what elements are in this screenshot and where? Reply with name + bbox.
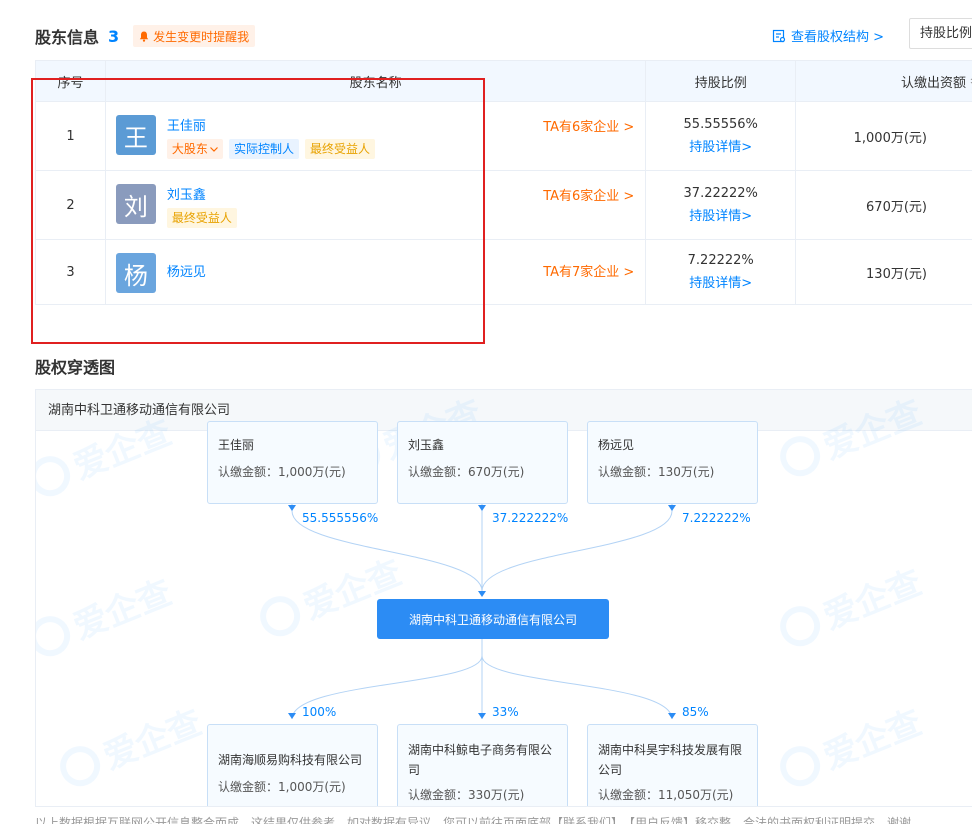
node-name: 刘玉鑫	[408, 438, 445, 452]
related-companies-link[interactable]: TA有6家企业 >	[543, 185, 634, 204]
shareholder-node[interactable]: 杨远见 认缴金额：130万(元)	[587, 421, 758, 504]
node-amount: 认缴金额：670万(元)	[408, 465, 525, 479]
subscribed-amount: 670万(元)	[796, 171, 972, 239]
beneficiary-tag: 最终受益人	[304, 139, 375, 159]
avatar: 刘	[115, 184, 156, 224]
table-row: 3 杨 杨远见 TA有7家企业 > 7.22222% 持股详情> 130万(元)	[36, 240, 972, 305]
shareholder-name-link[interactable]: 王佳丽	[167, 115, 206, 134]
investment-percentage: 85%	[682, 705, 709, 719]
penetration-chart: 湖南中科卫通移动通信有限公司 爱企查 爱企查 爱企查 爱企查 爱企查 爱企查 爱…	[35, 389, 972, 807]
section-title: 股东信息	[35, 28, 100, 47]
table-row: 2 刘 刘玉鑫 最终受益人 TA有6家企业 > 37.22222% 持股详情> …	[36, 171, 972, 240]
table-row: 1 王 王佳丽 大股东 实际控制人 最终受益人 TA有6家企业 > 55.555…	[36, 102, 972, 171]
row-index: 1	[36, 102, 106, 170]
holding-ratio: 7.22222%	[687, 253, 754, 268]
share-percentage: 55.555556%	[302, 511, 379, 525]
node-name: 王佳丽	[218, 438, 255, 452]
investment-percentage: 100%	[302, 705, 337, 719]
ratio-cell: 55.55556% 持股详情>	[646, 102, 797, 170]
node-amount: 认缴金额：1,000万(元)	[218, 465, 346, 479]
tag-list: 大股东 实际控制人 最终受益人	[166, 139, 375, 159]
related-companies-link[interactable]: TA有7家企业 >	[543, 261, 634, 280]
equity-link-label: 查看股权结构 >	[791, 30, 885, 45]
ratio-cell: 37.22222% 持股详情>	[646, 171, 797, 239]
holding-detail-link[interactable]: 持股详情>	[689, 205, 752, 224]
ratio-cell: 7.22222% 持股详情>	[646, 240, 797, 304]
col-ratio-header: 持股比例	[646, 61, 797, 101]
shareholder-node[interactable]: 王佳丽 认缴金额：1,000万(元)	[207, 421, 378, 504]
node-amount: 认缴金额：1,000万(元)	[218, 780, 346, 794]
footnote: 以上数据根据互联网公开信息整合而成，这结果仅供参考，如对数据有异议，您可以前往页…	[35, 816, 912, 824]
related-companies-link[interactable]: TA有6家企业 >	[543, 116, 634, 135]
shareholder-header: 股东信息 3 发生变更时提醒我	[35, 24, 256, 48]
investment-node[interactable]: 湖南中科鲸电子商务有限公司 认缴金额：330万(元)	[397, 724, 568, 806]
row-index: 2	[36, 171, 106, 239]
col-amount-label: 认缴出资额	[900, 75, 966, 91]
subscribed-amount: 130万(元)	[796, 240, 972, 304]
row-index: 3	[36, 240, 106, 304]
col-amount-header[interactable]: 认缴出资额	[796, 61, 972, 101]
node-amount: 认缴金额：130万(元)	[598, 465, 715, 479]
shareholder-cell: 刘 刘玉鑫 最终受益人 TA有6家企业 >	[106, 171, 647, 239]
center-company-node[interactable]: 湖南中科卫通移动通信有限公司	[377, 599, 609, 639]
major-shareholder-tag[interactable]: 大股东	[166, 139, 223, 159]
actual-controller-tag: 实际控制人	[228, 139, 299, 159]
node-name: 湖南中科鲸电子商务有限公司	[408, 743, 553, 777]
bell-icon	[139, 31, 149, 42]
investment-node[interactable]: 湖南海顺易购科技有限公司 认缴金额：1,000万(元)	[207, 724, 378, 806]
structure-icon	[772, 29, 786, 42]
shareholder-cell: 杨 杨远见 TA有7家企业 >	[106, 240, 647, 304]
col-name-header: 股东名称	[106, 61, 647, 101]
view-equity-structure-link[interactable]: 查看股权结构 >	[772, 26, 884, 45]
chart-canvas[interactable]: 爱企查 爱企查 爱企查 爱企查 爱企查 爱企查 爱企查 爱企查	[36, 392, 972, 806]
shareholder-name-link[interactable]: 刘玉鑫	[167, 184, 206, 203]
holding-ratio: 37.22222%	[683, 186, 758, 201]
beneficiary-tag: 最终受益人	[166, 208, 237, 228]
shareholder-cell: 王 王佳丽 大股东 实际控制人 最终受益人 TA有6家企业 >	[106, 102, 647, 170]
subscribed-amount: 1,000万(元)	[796, 102, 972, 170]
shareholder-name-link[interactable]: 杨远见	[167, 261, 206, 280]
shareholder-table: 序号 股东名称 持股比例 认缴出资额 1 王 王佳丽 大股东 实际控制人 最终受…	[35, 60, 972, 305]
avatar: 王	[115, 115, 156, 155]
node-amount: 认缴金额：11,050万(元)	[598, 788, 734, 802]
tag-list: 最终受益人	[166, 208, 237, 228]
chevron-down-icon	[210, 147, 218, 152]
share-percentage: 7.222222%	[682, 511, 751, 525]
node-amount: 认缴金额：330万(元)	[408, 788, 525, 802]
penetration-title: 股权穿透图	[35, 358, 116, 377]
change-alert-label: 发生变更时提醒我	[153, 29, 250, 44]
shareholder-node[interactable]: 刘玉鑫 认缴金额：670万(元)	[397, 421, 568, 504]
investment-percentage: 33%	[492, 705, 519, 719]
col-index-header: 序号	[36, 61, 106, 101]
holding-detail-link[interactable]: 持股详情>	[689, 136, 752, 155]
table-header: 序号 股东名称 持股比例 认缴出资额	[36, 61, 972, 102]
node-name: 湖南海顺易购科技有限公司	[218, 753, 363, 767]
sort-select[interactable]: 持股比例	[909, 18, 972, 49]
tag-label: 大股东	[171, 142, 208, 156]
investment-node[interactable]: 湖南中科昊宇科技发展有限公司 认缴金额：11,050万(元)	[587, 724, 758, 806]
share-percentage: 37.222222%	[492, 511, 569, 525]
holding-detail-link[interactable]: 持股详情>	[689, 272, 752, 291]
shareholder-count: 3	[108, 26, 120, 46]
avatar: 杨	[115, 253, 156, 293]
change-alert-button[interactable]: 发生变更时提醒我	[133, 25, 256, 47]
node-name: 杨远见	[598, 438, 635, 452]
holding-ratio: 55.55556%	[683, 117, 758, 132]
node-name: 湖南中科昊宇科技发展有限公司	[598, 743, 743, 777]
